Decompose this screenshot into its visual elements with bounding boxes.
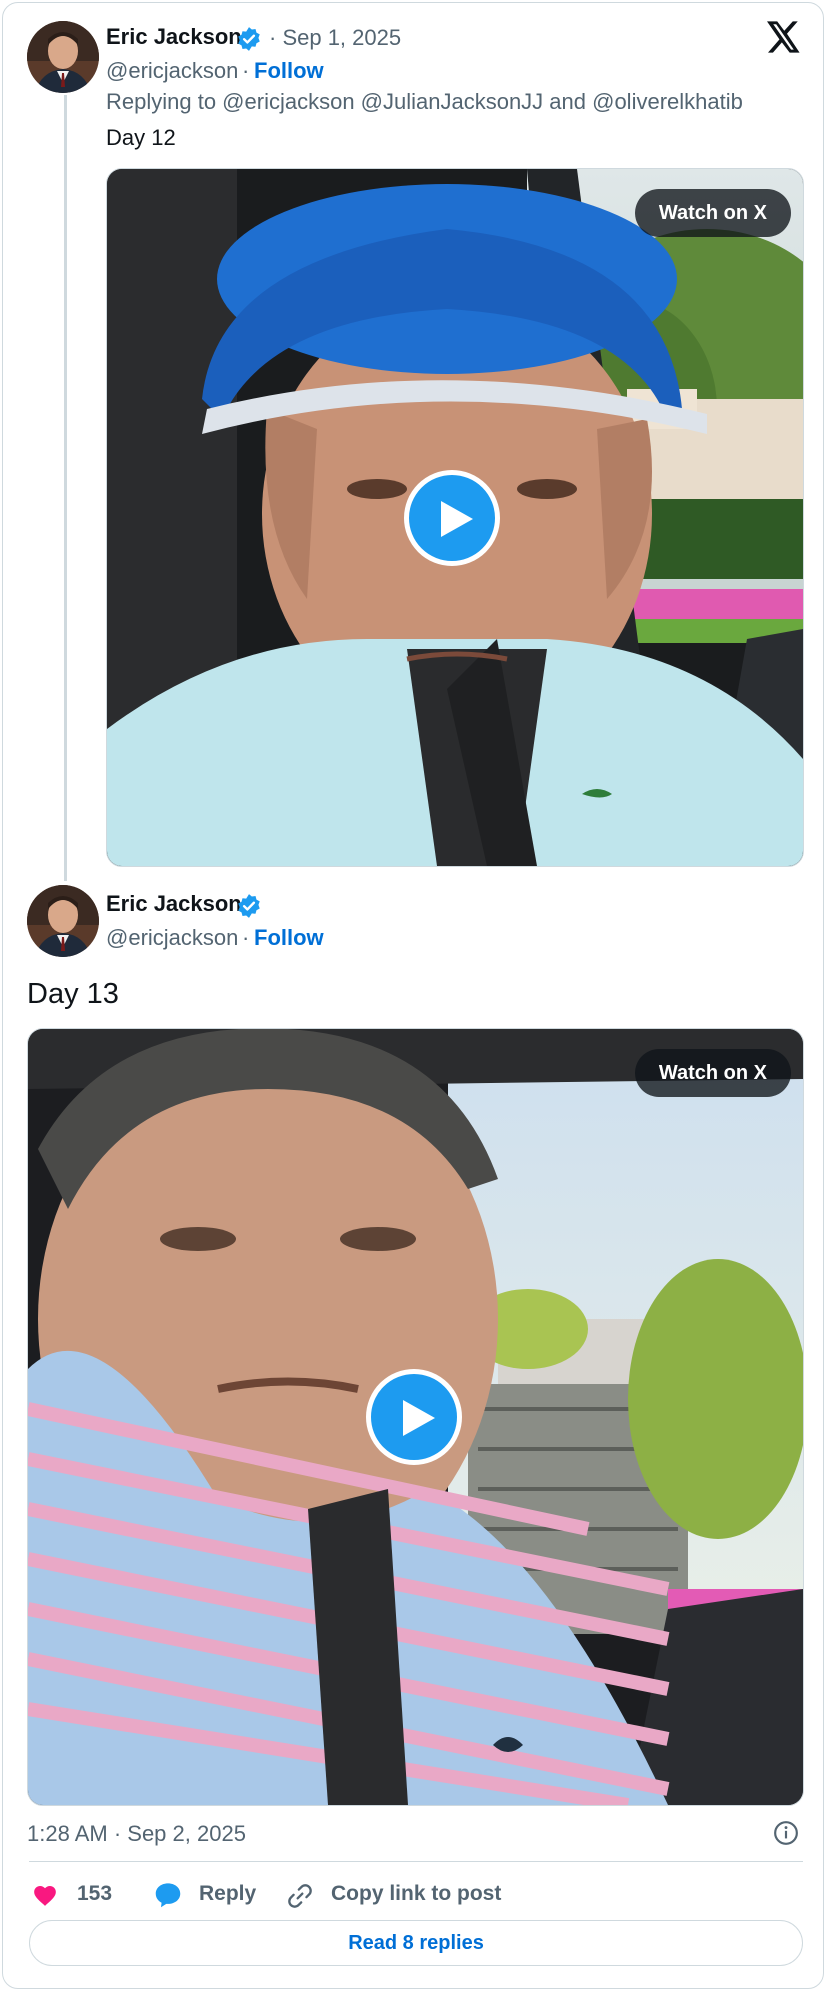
avatar[interactable] — [27, 21, 99, 93]
tweet-text: Day 13 — [27, 978, 119, 1010]
author-handle[interactable]: @ericjackson — [106, 58, 238, 84]
x-logo-icon[interactable] — [767, 21, 801, 55]
link-icon — [288, 1884, 312, 1908]
read-replies-button[interactable]: Read 8 replies — [29, 1920, 803, 1966]
play-icon — [403, 1400, 435, 1436]
video-player[interactable]: Watch on X — [27, 1028, 804, 1806]
replying-to[interactable]: Replying to @ericjackson @JulianJacksonJ… — [106, 89, 743, 115]
copy-link-button[interactable]: Copy link to post — [285, 1879, 505, 1911]
video-player[interactable]: Watch on X — [106, 168, 804, 867]
reply-button[interactable]: Reply — [151, 1879, 261, 1911]
heart-icon — [34, 1886, 56, 1906]
author-name[interactable]: Eric Jackson — [106, 891, 242, 917]
verified-badge-icon — [236, 893, 262, 919]
tweet-date[interactable]: · Sep 1, 2025 — [269, 25, 401, 51]
play-icon — [441, 501, 473, 537]
like-button[interactable]: 153 — [29, 1879, 129, 1911]
reply-label: Reply — [199, 1882, 257, 1905]
copy-link-label: Copy link to post — [331, 1882, 502, 1905]
play-button[interactable] — [404, 470, 500, 566]
tweet-embed-card: Eric Jackson · Sep 1, 2025 @ericjackson … — [2, 2, 824, 1989]
avatar[interactable] — [27, 885, 99, 957]
tweet-text: Day 12 — [106, 125, 176, 150]
verified-badge-icon — [236, 26, 262, 52]
like-count: 153 — [77, 1882, 113, 1905]
follow-button[interactable]: Follow — [254, 58, 324, 84]
info-icon[interactable] — [773, 1820, 799, 1846]
divider — [29, 1861, 803, 1862]
play-button[interactable] — [366, 1369, 462, 1465]
watch-on-x-button[interactable]: Watch on X — [634, 1049, 791, 1097]
follow-button[interactable]: Follow — [254, 925, 324, 951]
watch-on-x-button[interactable]: Watch on X — [634, 189, 791, 237]
author-handle[interactable]: @ericjackson — [106, 925, 238, 951]
tweet-timestamp[interactable]: 1:28 AM · Sep 2, 2025 — [27, 1821, 246, 1847]
reply-bubble-icon — [155, 1883, 181, 1908]
author-name[interactable]: Eric Jackson — [106, 24, 242, 50]
thread-line — [64, 95, 67, 881]
handle-separator: · — [242, 58, 250, 83]
handle-separator: · — [242, 925, 250, 950]
